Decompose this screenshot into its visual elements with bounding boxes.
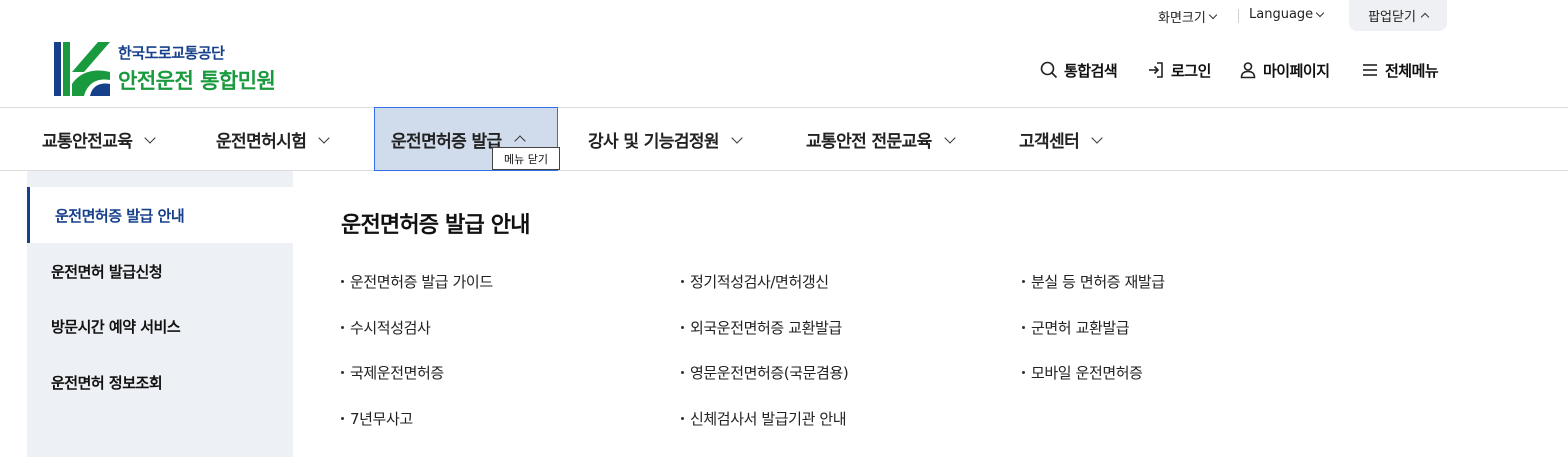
bullet-icon: [341, 280, 344, 283]
link-issuance-guide[interactable]: 운전면허증 발급 가이드: [341, 271, 493, 292]
chevron-down-icon: [731, 131, 743, 144]
chevron-down-icon: [318, 131, 330, 144]
link-medical-certificate-institutions[interactable]: 신체검사서 발급기관 안내: [681, 408, 847, 429]
link-reissue[interactable]: 분실 등 면허증 재발급: [1022, 271, 1165, 292]
chevron-down-icon: [943, 131, 956, 144]
hamburger-menu-icon: [1363, 64, 1377, 76]
screen-size-label: 화면크기: [1158, 11, 1206, 26]
bullet-icon: [1022, 371, 1025, 374]
link-periodic-aptitude-renewal[interactable]: 정기적성검사/면허갱신: [681, 271, 829, 292]
chevron-down-icon: [1208, 10, 1218, 20]
chevron-up-icon: [513, 134, 526, 147]
link-label: 군면허 교환발급: [1031, 319, 1130, 337]
bullet-icon: [1022, 326, 1025, 329]
search-icon: [1040, 61, 1058, 79]
side-item-visit-reservation[interactable]: 방문시간 예약 서비스: [27, 298, 293, 354]
bullet-icon: [341, 326, 344, 329]
link-label: 7년무사고: [350, 410, 413, 428]
link-label: 영문운전면허증(국문겸용): [690, 364, 849, 382]
side-item-label: 운전면허 정보조회: [51, 373, 163, 392]
link-label: 정기적성검사/면허갱신: [690, 273, 829, 291]
link-foreign-license-exchange[interactable]: 외국운전면허증 교환발급: [681, 317, 842, 338]
content-title: 운전면허증 발급 안내: [341, 213, 530, 238]
side-item-label: 운전면허 발급신청: [51, 262, 163, 281]
bullet-icon: [681, 371, 684, 374]
side-item-issuance-guide[interactable]: 운전면허증 발급 안내: [27, 187, 293, 243]
language-label: Language: [1249, 7, 1314, 22]
site-logo[interactable]: 한국도로교통공단 안전운전 통합민원: [54, 42, 276, 96]
gnb-item-label: 교통안전 전문교육: [806, 131, 932, 152]
side-item-issuance-application[interactable]: 운전면허 발급신청: [27, 243, 293, 299]
link-international-license[interactable]: 국제운전면허증: [341, 362, 444, 383]
gnb-item-instructors[interactable]: 강사 및 기능검정원: [588, 108, 743, 170]
menu-close-tooltip: 메뉴 닫기: [492, 147, 560, 170]
login-button[interactable]: 로그인: [1147, 60, 1211, 80]
link-label: 수시적성검사: [350, 319, 431, 337]
gnb-item-label: 운전면허시험: [216, 131, 307, 152]
search-button[interactable]: 통합검색: [1040, 60, 1118, 80]
bullet-icon: [341, 371, 344, 374]
chevron-down-icon: [1091, 131, 1103, 144]
bullet-icon: [341, 417, 344, 420]
link-english-license[interactable]: 영문운전면허증(국문겸용): [681, 362, 849, 383]
link-label: 모바일 운전면허증: [1031, 364, 1143, 382]
link-label: 신체검사서 발급기관 안내: [690, 410, 847, 428]
gnb-item-label: 고객센터: [1019, 131, 1080, 152]
global-navigation: 교통안전교육 운전면허시험 운전면허증 발급 강사 및 기능검정원 교통안전 전…: [0, 107, 1568, 171]
link-mobile-license[interactable]: 모바일 운전면허증: [1022, 362, 1143, 383]
bullet-icon: [1022, 280, 1025, 283]
chevron-down-icon: [144, 131, 156, 144]
gnb-item-label: 운전면허증 발급: [391, 131, 502, 152]
side-item-label: 운전면허증 발급 안내: [55, 206, 185, 225]
language-menu[interactable]: Language: [1249, 7, 1325, 22]
side-item-license-lookup[interactable]: 운전면허 정보조회: [27, 354, 293, 410]
link-military-license-exchange[interactable]: 군면허 교환발급: [1022, 317, 1130, 338]
bullet-icon: [681, 280, 684, 283]
utility-bar: 화면크기 Language 팝업닫기: [0, 0, 1568, 32]
bullet-icon: [681, 326, 684, 329]
mypage-label: 마이페이지: [1263, 61, 1330, 80]
gnb-item-label: 강사 및 기능검정원: [588, 131, 720, 152]
gnb-item-traffic-safety-education[interactable]: 교통안전교육: [42, 108, 156, 170]
login-icon: [1149, 62, 1163, 78]
koroad-logo-icon: [54, 42, 110, 96]
user-icon: [1240, 62, 1256, 79]
link-seven-years-accident-free[interactable]: 7년무사고: [341, 408, 413, 429]
all-menu-button[interactable]: 전체메뉴: [1361, 60, 1439, 80]
gnb-item-license-test[interactable]: 운전면허시험: [216, 108, 330, 170]
search-label: 통합검색: [1064, 61, 1118, 80]
popup-close-button[interactable]: 팝업닫기: [1349, 0, 1447, 31]
sub-menu-sidebar: 운전면허증 발급 안내 운전면허 발급신청 방문시간 예약 서비스 운전면허 정…: [27, 171, 293, 457]
all-menu-label: 전체메뉴: [1385, 61, 1439, 80]
link-label: 외국운전면허증 교환발급: [690, 319, 842, 337]
chevron-up-icon: [1420, 12, 1430, 22]
login-label: 로그인: [1171, 61, 1211, 80]
logo-org-name: 한국도로교통공단: [118, 43, 225, 62]
screen-size-menu[interactable]: 화면크기: [1158, 7, 1218, 26]
bullet-icon: [681, 417, 684, 420]
link-label: 운전면허증 발급 가이드: [350, 273, 493, 291]
gnb-item-professional-education[interactable]: 교통안전 전문교육: [806, 108, 956, 170]
link-occasional-aptitude[interactable]: 수시적성검사: [341, 317, 431, 338]
logo-service-name: 안전운전 통합민원: [118, 68, 276, 93]
link-label: 국제운전면허증: [350, 364, 444, 382]
popup-close-label: 팝업닫기: [1368, 10, 1416, 25]
chevron-down-icon: [1315, 8, 1325, 18]
link-label: 분실 등 면허증 재발급: [1031, 273, 1165, 291]
side-item-label: 방문시간 예약 서비스: [51, 317, 181, 336]
gnb-item-label: 교통안전교육: [42, 131, 133, 152]
utility-divider: [1238, 9, 1239, 23]
gnb-item-customer-center[interactable]: 고객센터: [1019, 108, 1103, 170]
mypage-button[interactable]: 마이페이지: [1239, 60, 1330, 80]
